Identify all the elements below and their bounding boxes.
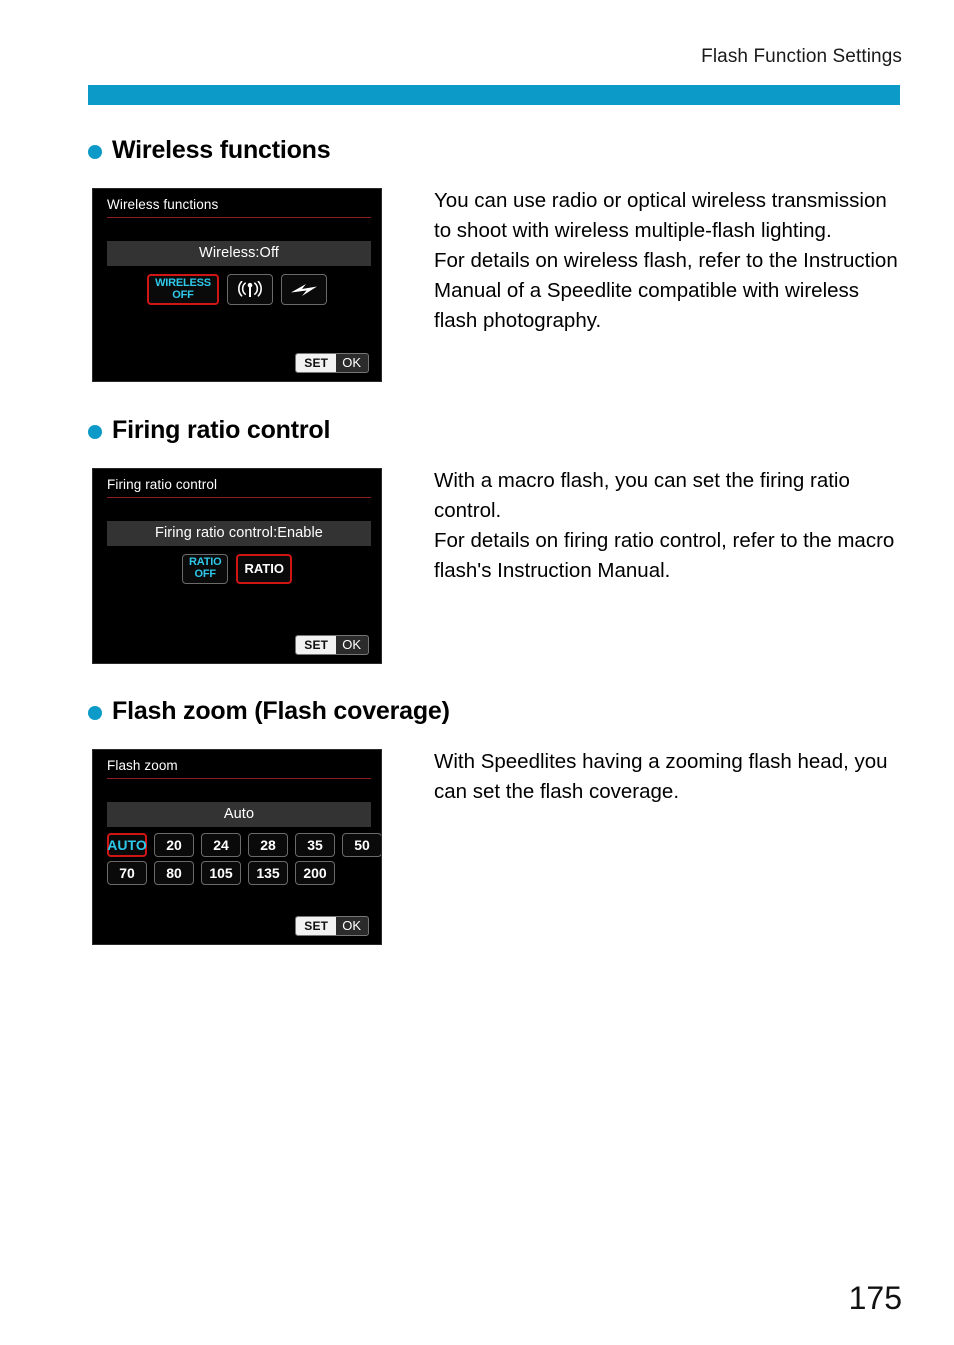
screen-title-divider (107, 497, 371, 498)
zoom-option-auto[interactable]: AUTO (107, 833, 147, 857)
section-heading-wireless-functions: Wireless functions (88, 136, 331, 165)
flash-zoom-row-2: 70 80 105 135 200 (93, 861, 381, 885)
ok-label: OK (342, 918, 361, 933)
ok-label: OK (342, 637, 361, 652)
zoom-option-70[interactable]: 70 (107, 861, 147, 885)
option-optical-wireless[interactable] (280, 274, 327, 306)
radio-wave-icon (235, 280, 265, 299)
body-text-wireless-functions: You can use radio or optical wireless tr… (434, 189, 898, 332)
set-ok-button[interactable]: SET OK (295, 916, 369, 936)
zoom-option-24[interactable]: 24 (201, 833, 241, 857)
set-ok-button[interactable]: SET OK (295, 635, 369, 655)
section-heading-label: Wireless functions (112, 136, 331, 164)
zoom-option-105[interactable]: 105 (201, 861, 241, 885)
option-label-line1: WIRELESS (155, 277, 211, 289)
screen-title: Wireless functions (107, 197, 219, 212)
ok-label: OK (342, 355, 361, 370)
camera-screen-flash-zoom: Flash zoom Auto AUTO 20 24 28 35 50 70 8… (92, 749, 382, 945)
screen-value-bar: Auto (107, 802, 371, 827)
camera-screen-wireless-functions: Wireless functions Wireless:Off WIRELESS… (92, 188, 382, 382)
page-number: 175 (848, 1280, 902, 1316)
screen-title: Firing ratio control (107, 477, 218, 492)
zoom-option-20[interactable]: 20 (154, 833, 194, 857)
header-accent-rule (88, 85, 900, 105)
zoom-option-200[interactable]: 200 (295, 861, 335, 885)
option-ratio-on[interactable]: RATIO (236, 554, 292, 584)
section-heading-firing-ratio-control: Firing ratio control (88, 416, 330, 445)
zoom-option-80[interactable]: 80 (154, 861, 194, 885)
option-label-line2: OFF (172, 288, 194, 301)
bullet-icon (88, 424, 102, 439)
set-label: SET (296, 636, 337, 654)
page-header-title: Flash Function Settings (701, 46, 902, 67)
screen-value-bar: Firing ratio control:Enable (107, 521, 371, 546)
flash-zoom-row-1: AUTO 20 24 28 35 50 (93, 833, 381, 857)
wireless-option-row: WIRELESS OFF (93, 274, 381, 306)
option-radio-wireless[interactable] (226, 274, 273, 306)
option-wireless-off[interactable]: WIRELESS OFF (147, 274, 219, 306)
set-label: SET (296, 917, 337, 935)
option-ratio-off[interactable]: RATIO OFF (182, 554, 229, 584)
bullet-icon (88, 144, 102, 159)
option-label-line1: RATIO (244, 561, 284, 577)
screen-title-divider (107, 778, 371, 779)
screen-value-bar: Wireless:Off (107, 241, 371, 266)
body-text-firing-ratio-control: With a macro flash, you can set the firi… (434, 469, 895, 582)
section-heading-flash-zoom: Flash zoom (Flash coverage) (88, 697, 450, 726)
camera-screen-firing-ratio-control: Firing ratio control Firing ratio contro… (92, 468, 382, 664)
section-heading-label: Firing ratio control (112, 416, 331, 444)
option-label-line2: OFF (194, 568, 217, 580)
zoom-option-135[interactable]: 135 (248, 861, 288, 885)
flash-bolt-icon (289, 281, 319, 299)
screen-title: Flash zoom (107, 758, 178, 773)
section-heading-label: Flash zoom (Flash coverage) (112, 697, 450, 725)
firing-ratio-option-row: RATIO OFF RATIO (93, 554, 381, 584)
zoom-option-28[interactable]: 28 (248, 833, 288, 857)
body-text-flash-zoom: With Speedlites having a zooming flash h… (434, 750, 888, 803)
bullet-icon (88, 705, 102, 720)
set-ok-button[interactable]: SET OK (295, 353, 369, 373)
screen-title-divider (107, 217, 371, 218)
zoom-option-35[interactable]: 35 (295, 833, 335, 857)
zoom-option-50[interactable]: 50 (342, 833, 381, 857)
set-label: SET (296, 354, 337, 372)
option-label-line1: RATIO (189, 556, 222, 569)
